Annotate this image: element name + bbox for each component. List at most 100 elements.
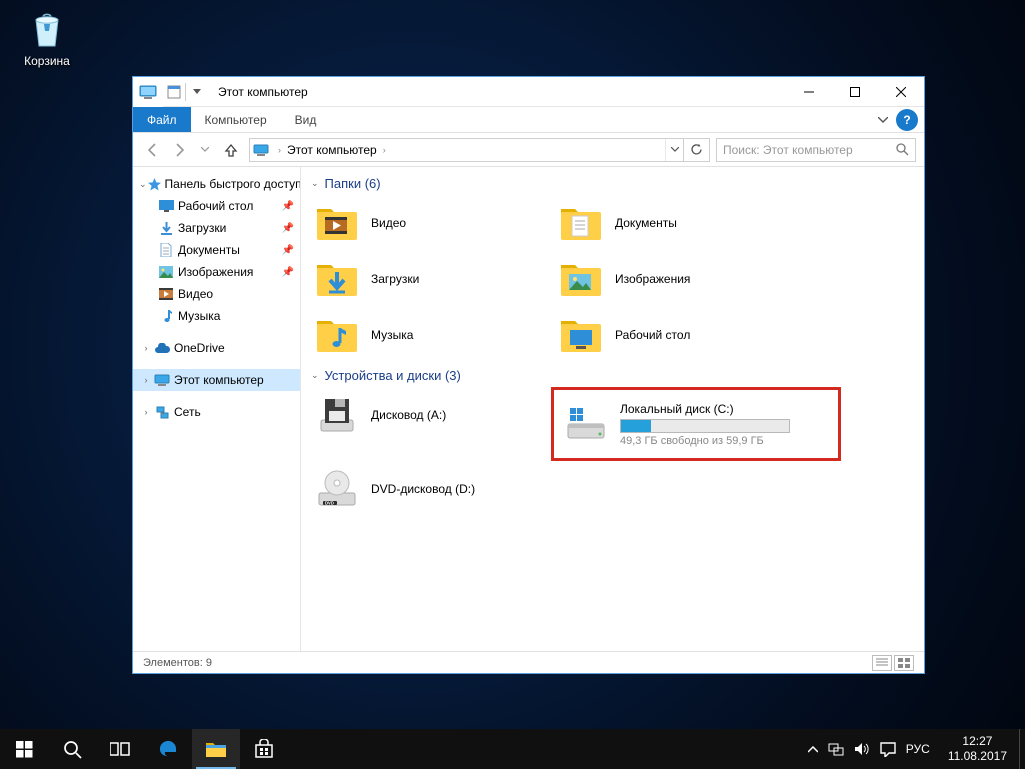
- tray-volume-icon[interactable]: [854, 742, 870, 756]
- ribbon-expand-icon[interactable]: [870, 107, 896, 132]
- desktop-recycle-bin[interactable]: Корзина: [12, 8, 82, 68]
- section-drives[interactable]: ⌄ Устройства и диски (3): [307, 363, 924, 387]
- drive-label: Дисковод (A:): [371, 408, 446, 422]
- sidebar-item-downloads[interactable]: Загрузки 📌: [133, 217, 300, 239]
- tray-time: 12:27: [948, 734, 1007, 749]
- sidebar-onedrive[interactable]: › OneDrive: [133, 337, 300, 359]
- tab-computer[interactable]: Компьютер: [191, 107, 281, 132]
- statusbar: Элементов: 9: [133, 651, 924, 673]
- section-label: Устройства и диски (3): [325, 368, 461, 383]
- sidebar-item-label: Рабочий стол: [178, 199, 253, 213]
- chevron-right-icon: ›: [139, 375, 153, 385]
- search-icon: [896, 143, 909, 156]
- navigation-bar: › Этот компьютер › Поиск: Этот компьютер: [133, 133, 924, 167]
- tray-clock[interactable]: 12:27 11.08.2017: [940, 734, 1015, 764]
- folder-document-icon: [559, 201, 603, 245]
- breadcrumb-root[interactable]: › Этот компьютер ›: [272, 139, 392, 161]
- recent-dropdown-icon[interactable]: [193, 138, 217, 162]
- folder-videos[interactable]: Видео: [307, 195, 551, 251]
- address-dropdown-icon[interactable]: [665, 139, 683, 161]
- pin-icon: 📌: [282, 245, 294, 256]
- folder-download-icon: [315, 257, 359, 301]
- address-bar[interactable]: › Этот компьютер ›: [249, 138, 710, 162]
- sidebar-item-label: Загрузки: [178, 221, 226, 235]
- recycle-bin-label: Корзина: [24, 54, 70, 68]
- view-details-icon[interactable]: [872, 655, 892, 671]
- folder-picture-icon: [559, 257, 603, 301]
- tray-action-center-icon[interactable]: [880, 742, 896, 757]
- qat-dropdown-icon[interactable]: [186, 77, 208, 107]
- floppy-icon: [315, 393, 359, 437]
- star-icon: [147, 176, 162, 192]
- folder-documents[interactable]: Документы: [551, 195, 795, 251]
- folder-label: Загрузки: [371, 272, 419, 286]
- folder-downloads[interactable]: Загрузки: [307, 251, 551, 307]
- titlebar: Этот компьютер: [133, 77, 924, 107]
- view-large-icons-icon[interactable]: [894, 655, 914, 671]
- taskbar-edge-button[interactable]: [144, 729, 192, 769]
- tray-language[interactable]: РУС: [906, 742, 930, 756]
- tray-network-icon[interactable]: [828, 742, 844, 756]
- folder-label: Рабочий стол: [615, 328, 690, 342]
- folder-label: Музыка: [371, 328, 413, 342]
- tab-view[interactable]: Вид: [281, 107, 331, 132]
- sidebar-item-pictures[interactable]: Изображения 📌: [133, 261, 300, 283]
- chevron-right-icon: ›: [139, 407, 153, 417]
- section-folders[interactable]: ⌄ Папки (6): [307, 171, 924, 195]
- address-refresh-icon[interactable]: [683, 139, 709, 161]
- download-icon: [157, 220, 175, 236]
- forward-button[interactable]: [167, 138, 191, 162]
- folder-music[interactable]: Музыка: [307, 307, 551, 363]
- sidebar-item-documents[interactable]: Документы 📌: [133, 239, 300, 261]
- section-label: Папки (6): [325, 176, 381, 191]
- sidebar-item-label: Этот компьютер: [174, 373, 264, 387]
- folder-pictures[interactable]: Изображения: [551, 251, 795, 307]
- tray-up-icon[interactable]: [808, 746, 818, 753]
- maximize-button[interactable]: [832, 77, 878, 107]
- drive-floppy[interactable]: Дисковод (A:): [307, 387, 551, 443]
- close-button[interactable]: [878, 77, 924, 107]
- search-placeholder: Поиск: Этот компьютер: [723, 143, 853, 157]
- music-icon: [157, 308, 175, 324]
- minimize-button[interactable]: [786, 77, 832, 107]
- taskbar-search-button[interactable]: [48, 729, 96, 769]
- up-button[interactable]: [219, 138, 243, 162]
- qat-properties-icon[interactable]: [163, 77, 185, 107]
- ribbon: Файл Компьютер Вид ?: [133, 107, 924, 133]
- sidebar-item-label: Панель быстрого доступа: [165, 177, 301, 191]
- content-pane: ⌄ Папки (6) Видео Документы Загрузки: [301, 167, 924, 651]
- drive-c[interactable]: Локальный диск (C:) 49,3 ГБ свободно из …: [556, 392, 836, 456]
- folder-label: Документы: [615, 216, 677, 230]
- sidebar-item-music[interactable]: Музыка: [133, 305, 300, 327]
- video-icon: [157, 286, 175, 302]
- start-button[interactable]: [0, 729, 48, 769]
- taskbar-store-button[interactable]: [240, 729, 288, 769]
- taskbar-explorer-button[interactable]: [192, 729, 240, 769]
- sidebar-item-videos[interactable]: Видео: [133, 283, 300, 305]
- pc-icon: [153, 372, 171, 388]
- drive-label: Локальный диск (C:): [620, 402, 790, 416]
- titlebar-app-icon[interactable]: [133, 77, 163, 107]
- back-button[interactable]: [141, 138, 165, 162]
- folder-desktop[interactable]: Рабочий стол: [551, 307, 795, 363]
- folder-label: Видео: [371, 216, 406, 230]
- sidebar-quick-access[interactable]: ⌄ Панель быстрого доступа: [133, 173, 300, 195]
- tab-file[interactable]: Файл: [133, 107, 191, 132]
- drive-dvd[interactable]: DVD DVD-дисковод (D:): [307, 461, 551, 517]
- sidebar-this-pc[interactable]: › Этот компьютер: [133, 369, 300, 391]
- tray-date: 11.08.2017: [948, 749, 1007, 764]
- task-view-button[interactable]: [96, 729, 144, 769]
- sidebar-network[interactable]: › Сеть: [133, 401, 300, 423]
- pin-icon: 📌: [282, 201, 294, 212]
- search-input[interactable]: Поиск: Этот компьютер: [716, 138, 916, 162]
- pin-icon: 📌: [282, 267, 294, 278]
- folder-music-icon: [315, 313, 359, 357]
- help-button[interactable]: ?: [896, 109, 918, 131]
- folder-label: Изображения: [615, 272, 690, 286]
- chevron-down-icon: ⌄: [311, 370, 319, 381]
- cloud-icon: [153, 340, 171, 356]
- sidebar-item-desktop[interactable]: Рабочий стол 📌: [133, 195, 300, 217]
- sidebar-item-label: Документы: [178, 243, 240, 257]
- show-desktop-button[interactable]: [1019, 729, 1025, 769]
- taskbar: РУС 12:27 11.08.2017: [0, 729, 1025, 769]
